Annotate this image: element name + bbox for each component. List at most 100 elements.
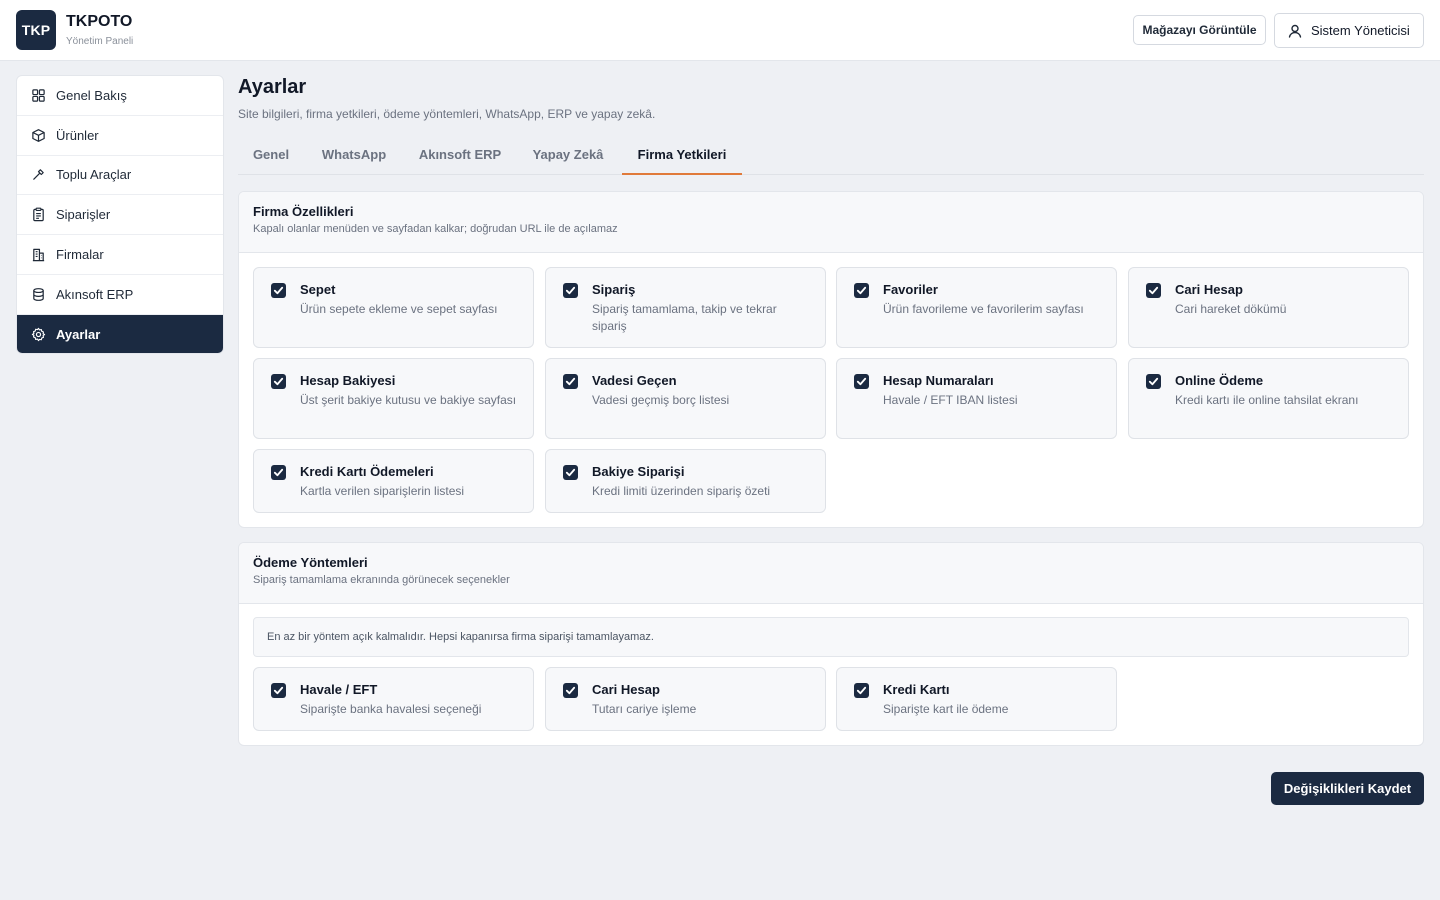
- check-icon: [565, 377, 576, 386]
- page-description: Site bilgileri, firma yetkileri, ödeme y…: [238, 107, 656, 121]
- sidebar-item-erp[interactable]: Akınsoft ERP: [17, 275, 223, 315]
- payment-option-current-account[interactable]: Cari Hesap Tutarı cariye işleme: [545, 667, 826, 731]
- tab-whatsapp[interactable]: WhatsApp: [306, 136, 402, 175]
- sidebar-item-label: Akınsoft ERP: [56, 286, 134, 302]
- features-title: Firma Özellikleri: [253, 204, 354, 219]
- option-description: Tutarı cariye işleme: [592, 702, 697, 716]
- payment-current-account-checkbox[interactable]: [563, 683, 578, 698]
- sidebar-item-label: Toplu Araçlar: [56, 167, 132, 183]
- sidebar-item-overview[interactable]: Genel Bakış: [17, 76, 223, 116]
- page-title: Ayarlar: [238, 76, 307, 98]
- payment-option-credit-card[interactable]: Kredi Kartı Siparişte kart ile ödeme: [836, 667, 1117, 731]
- feature-order-checkbox[interactable]: [563, 283, 578, 298]
- feature-option-order[interactable]: Sipariş Sipariş tamamlama, takip ve tekr…: [545, 267, 826, 348]
- check-icon: [273, 468, 284, 477]
- feature-online-payment-checkbox[interactable]: [1146, 374, 1161, 389]
- check-icon: [565, 468, 576, 477]
- feature-option-online-payment[interactable]: Online Ödeme Kredi kartı ile online tahs…: [1128, 358, 1409, 439]
- option-description: Kredi limiti üzerinden sipariş özeti: [592, 484, 771, 498]
- settings-tabs: Genel WhatsApp Akınsoft ERP Yapay Zekâ F…: [238, 136, 1424, 175]
- user-menu-button[interactable]: Sistem Yöneticisi: [1274, 13, 1424, 48]
- feature-option-overdue[interactable]: Vadesi Geçen Vadesi geçmiş borç listesi: [545, 358, 826, 439]
- option-title: Kredi Kartı: [883, 682, 950, 697]
- option-description: Cari hareket dökümü: [1175, 302, 1287, 316]
- option-description: Kartla verilen siparişlerin listesi: [300, 484, 465, 498]
- sidebar-item-products[interactable]: Ürünler: [17, 116, 223, 156]
- box-icon: [32, 128, 45, 142]
- features-subtitle: Kapalı olanlar menüden ve sayfadan kalka…: [253, 223, 618, 235]
- option-description: Siparişte banka havalesi seçeneği: [300, 702, 482, 716]
- feature-balance-order-checkbox[interactable]: [563, 465, 578, 480]
- check-icon: [1148, 286, 1159, 295]
- feature-current-account-checkbox[interactable]: [1146, 283, 1161, 298]
- feature-cart-checkbox[interactable]: [271, 283, 286, 298]
- feature-option-current-account[interactable]: Cari Hesap Cari hareket dökümü: [1128, 267, 1409, 348]
- check-icon: [565, 686, 576, 695]
- brand-logo[interactable]: TKP: [16, 10, 56, 50]
- tab-ai[interactable]: Yapay Zekâ: [518, 136, 618, 175]
- payment-methods-card: Ödeme Yöntemleri Sipariş tamamlama ekran…: [238, 542, 1424, 746]
- gear-icon: [31, 328, 46, 342]
- feature-option-favorites[interactable]: Favoriler Ürün favorileme ve favorilerim…: [836, 267, 1117, 348]
- feature-option-cart[interactable]: Sepet Ürün sepete ekleme ve sepet sayfas…: [253, 267, 534, 348]
- feature-account-balance-checkbox[interactable]: [271, 374, 286, 389]
- option-title: Kredi Kartı Ödemeleri: [300, 464, 434, 479]
- sidebar-item-label: Siparişler: [56, 207, 111, 223]
- tool-icon: [33, 169, 44, 181]
- database-icon: [33, 287, 44, 301]
- feature-overdue-checkbox[interactable]: [563, 374, 578, 389]
- payment-credit-card-checkbox[interactable]: [854, 683, 869, 698]
- sidebar-item-settings[interactable]: Ayarlar: [17, 314, 223, 353]
- brand-name: TKPOTO: [66, 13, 133, 30]
- feature-account-numbers-checkbox[interactable]: [854, 374, 869, 389]
- option-description: Üst şerit bakiye kutusu ve bakiye sayfas…: [300, 393, 517, 407]
- payment-bank-transfer-checkbox[interactable]: [271, 683, 286, 698]
- feature-favorites-checkbox[interactable]: [854, 283, 869, 298]
- top-bar: TKP TKPOTO Yönetim Paneli Mağazayı Görün…: [0, 0, 1440, 61]
- check-icon: [273, 286, 284, 295]
- option-title: Hesap Numaraları: [883, 373, 994, 388]
- option-title: Cari Hesap: [1175, 282, 1243, 297]
- tab-general[interactable]: Genel: [238, 136, 304, 175]
- user-label: Sistem Yöneticisi: [1311, 23, 1410, 38]
- feature-option-account-numbers[interactable]: Hesap Numaraları Havale / EFT IBAN liste…: [836, 358, 1117, 439]
- payment-methods-header: Ödeme Yöntemleri Sipariş tamamlama ekran…: [239, 543, 1423, 604]
- payment-option-bank-transfer[interactable]: Havale / EFT Siparişte banka havalesi se…: [253, 667, 534, 731]
- feature-card-payments-checkbox[interactable]: [271, 465, 286, 480]
- sidebar-item-orders[interactable]: Siparişler: [17, 195, 223, 236]
- tab-akinsoft-erp[interactable]: Akınsoft ERP: [404, 136, 516, 175]
- view-store-button[interactable]: Mağazayı Görüntüle: [1133, 15, 1266, 45]
- option-title: Vadesi Geçen: [592, 373, 677, 388]
- option-description: Ürün sepete ekleme ve sepet sayfası: [300, 302, 498, 316]
- check-icon: [856, 286, 867, 295]
- check-icon: [273, 686, 284, 695]
- feature-option-card-payments[interactable]: Kredi Kartı Ödemeleri Kartla verilen sip…: [253, 449, 534, 513]
- option-title: Hesap Bakiyesi: [300, 373, 396, 388]
- building-icon: [32, 248, 45, 262]
- option-description: Sipariş tamamlama, takip ve tekrar sipar…: [592, 302, 777, 333]
- option-title: Havale / EFT: [300, 682, 378, 697]
- check-icon: [856, 686, 867, 695]
- tab-company-permissions[interactable]: Firma Yetkileri: [622, 136, 742, 175]
- feature-option-balance-order[interactable]: Bakiye Siparişi Kredi limiti üzerinden s…: [545, 449, 826, 513]
- sidebar-item-bulk-tools[interactable]: Toplu Araçlar: [17, 156, 223, 196]
- option-title: Favoriler: [883, 282, 938, 297]
- user-icon: [1287, 23, 1303, 39]
- option-title: Sipariş: [592, 282, 636, 297]
- option-description: Havale / EFT IBAN listesi: [883, 393, 1018, 407]
- sidebar-item-label: Ayarlar: [56, 327, 101, 343]
- grid-icon: [32, 89, 45, 102]
- check-icon: [565, 286, 576, 295]
- check-icon: [856, 377, 867, 386]
- option-description: Vadesi geçmiş borç listesi: [592, 393, 730, 407]
- check-icon: [273, 377, 284, 386]
- option-title: Sepet: [300, 282, 336, 297]
- sidebar-item-companies[interactable]: Firmalar: [17, 235, 223, 275]
- option-description: Kredi kartı ile online tahsilat ekranı: [1175, 393, 1359, 407]
- payment-notice: En az bir yöntem açık kalmalıdır. Hepsi …: [253, 617, 1409, 657]
- feature-option-account-balance[interactable]: Hesap Bakiyesi Üst şerit bakiye kutusu v…: [253, 358, 534, 439]
- sidebar: Genel Bakış Ürünler Toplu Araçlar Sipari…: [16, 75, 224, 354]
- option-description: Siparişte kart ile ödeme: [883, 702, 1009, 716]
- sidebar-item-label: Genel Bakış: [56, 87, 127, 103]
- save-changes-button[interactable]: Değişiklikleri Kaydet: [1271, 772, 1424, 805]
